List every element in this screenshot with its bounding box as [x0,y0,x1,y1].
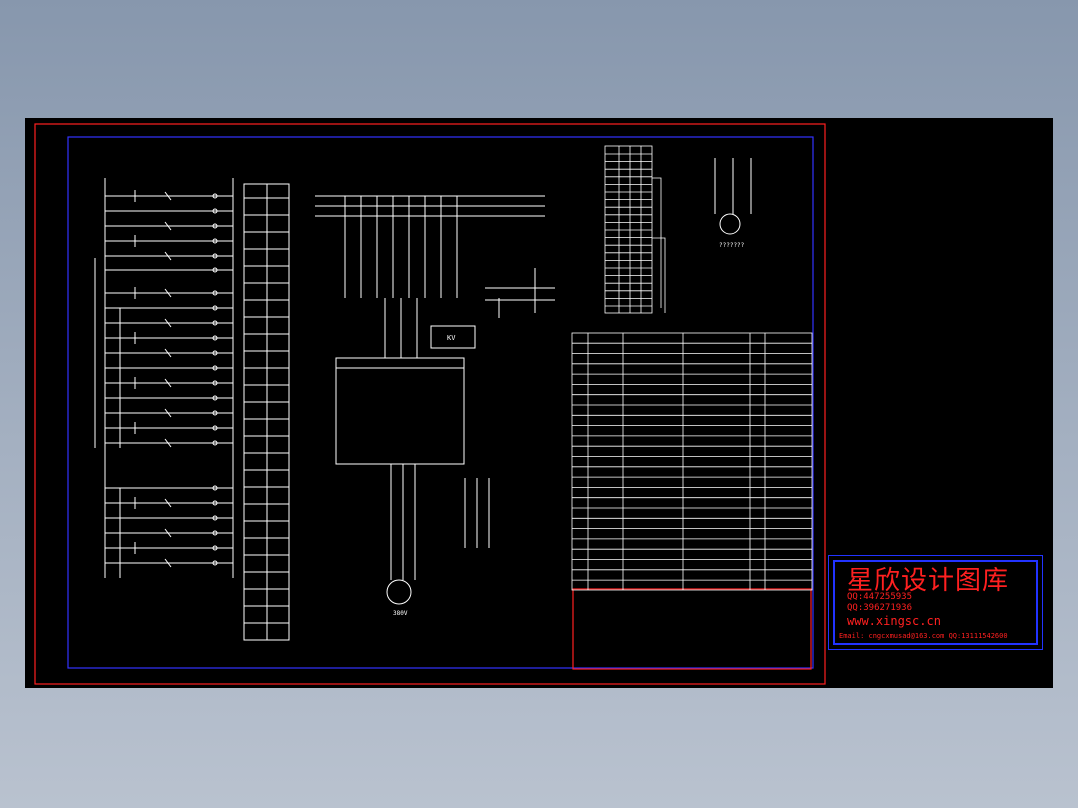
stamp-website: www.xingsc.cn [847,614,941,628]
motor-voltage-label: 380V [393,610,408,617]
function-description-column [243,183,290,641]
control-circuit [94,178,234,578]
bill-of-materials [571,332,813,591]
controller-label: KV [447,334,456,342]
small-motor-caption: ??????? [719,242,745,249]
outer-frame [34,123,826,685]
cad-drawing-canvas[interactable]: KV 380V ??????? 星欣设计图库 QQ:447255935 QQ:3 [25,118,1053,688]
soft-starter-block [335,357,465,465]
main-motor-symbol [386,579,412,605]
stamp-qq-2: QQ:396271936 [847,603,913,613]
main-power-circuit [315,158,752,605]
terminal-table [604,145,666,314]
title-block-frame [572,588,812,670]
watermark-stamp: 星欣设计图库 QQ:447255935 QQ:396271936 www.xin… [828,555,1043,650]
stamp-email: Email: cngcxmusad@163.com QQ:13111542600 [839,632,1008,640]
stamp-qq-1: QQ:447255935 [847,592,913,602]
